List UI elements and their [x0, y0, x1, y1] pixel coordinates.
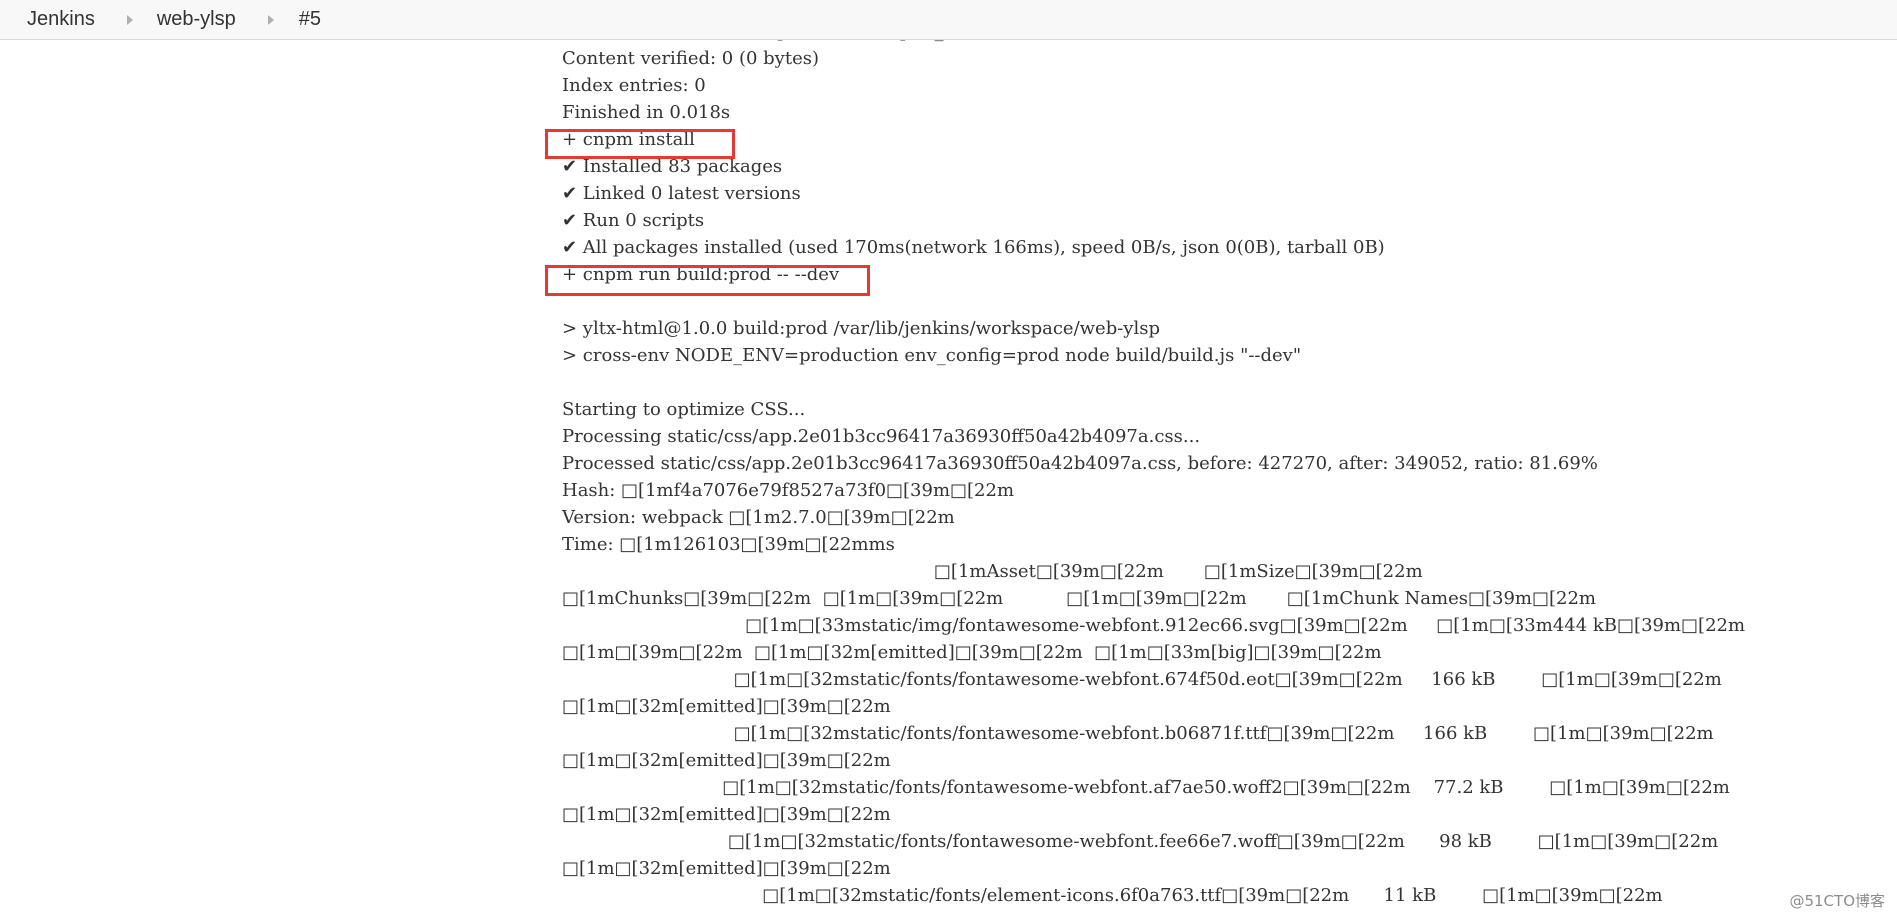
- breadcrumb-item-build[interactable]: #5: [274, 0, 321, 39]
- console-text: Cache verified and compressed (~/.npm/_c…: [562, 40, 1746, 906]
- console-output: Cache verified and compressed (~/.npm/_c…: [0, 40, 1897, 917]
- breadcrumb-item-jenkins[interactable]: Jenkins: [0, 0, 95, 39]
- breadcrumb: Jenkins web-ylsp #5: [0, 0, 1897, 40]
- watermark: @51CTO博客: [1789, 892, 1885, 910]
- breadcrumb-item-job[interactable]: web-ylsp: [133, 0, 236, 39]
